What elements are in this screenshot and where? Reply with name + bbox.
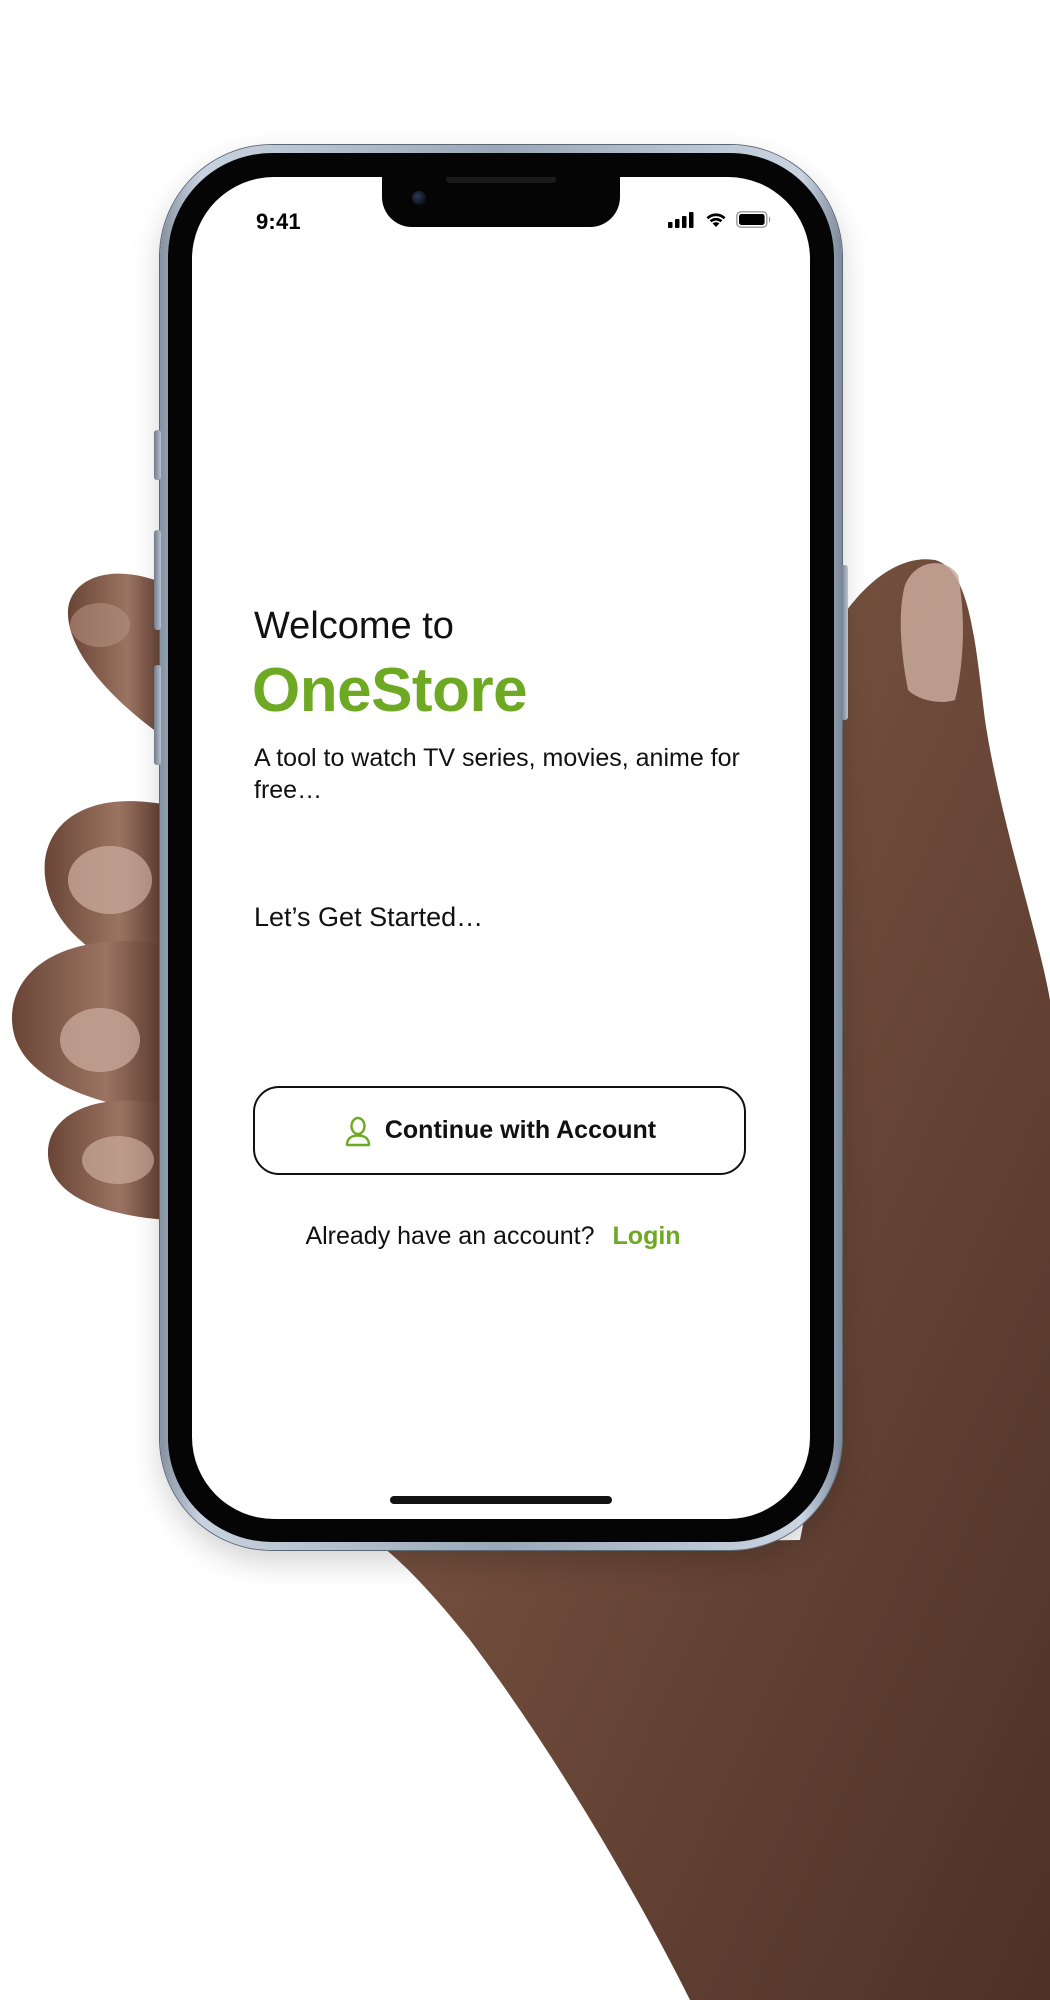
home-indicator[interactable] — [390, 1496, 612, 1504]
login-row: Already have an account? Login — [192, 1222, 810, 1251]
mockup-stage: 9:41 Welcome to OneStore A tool to watch — [0, 0, 1050, 2000]
notch — [382, 177, 620, 227]
battery-icon — [736, 211, 771, 228]
continue-button-label: Continue with Account — [384, 1116, 657, 1144]
phone-screen: 9:41 Welcome to OneStore A tool to watch — [192, 177, 810, 1519]
volume-down-button — [154, 665, 161, 765]
status-icons — [668, 211, 772, 228]
cellular-signal-icon — [668, 211, 694, 228]
status-time: 9:41 — [256, 209, 301, 234]
camera-icon — [412, 191, 426, 205]
mute-switch — [154, 430, 161, 480]
tagline: A tool to watch TV series, movies, anime… — [254, 744, 740, 804]
continue-with-account-button[interactable]: Continue with Account — [253, 1086, 746, 1175]
login-prompt: Already have an account? — [305, 1222, 595, 1250]
power-button — [841, 565, 848, 720]
welcome-label: Welcome to — [254, 605, 454, 647]
app-name: OneStore — [252, 656, 528, 725]
user-icon — [345, 1116, 371, 1146]
get-started-label: Let’s Get Started… — [254, 902, 484, 932]
login-link[interactable]: Login — [613, 1222, 681, 1251]
wifi-icon — [706, 213, 726, 227]
speaker-grille — [446, 177, 556, 183]
volume-up-button — [154, 530, 161, 630]
